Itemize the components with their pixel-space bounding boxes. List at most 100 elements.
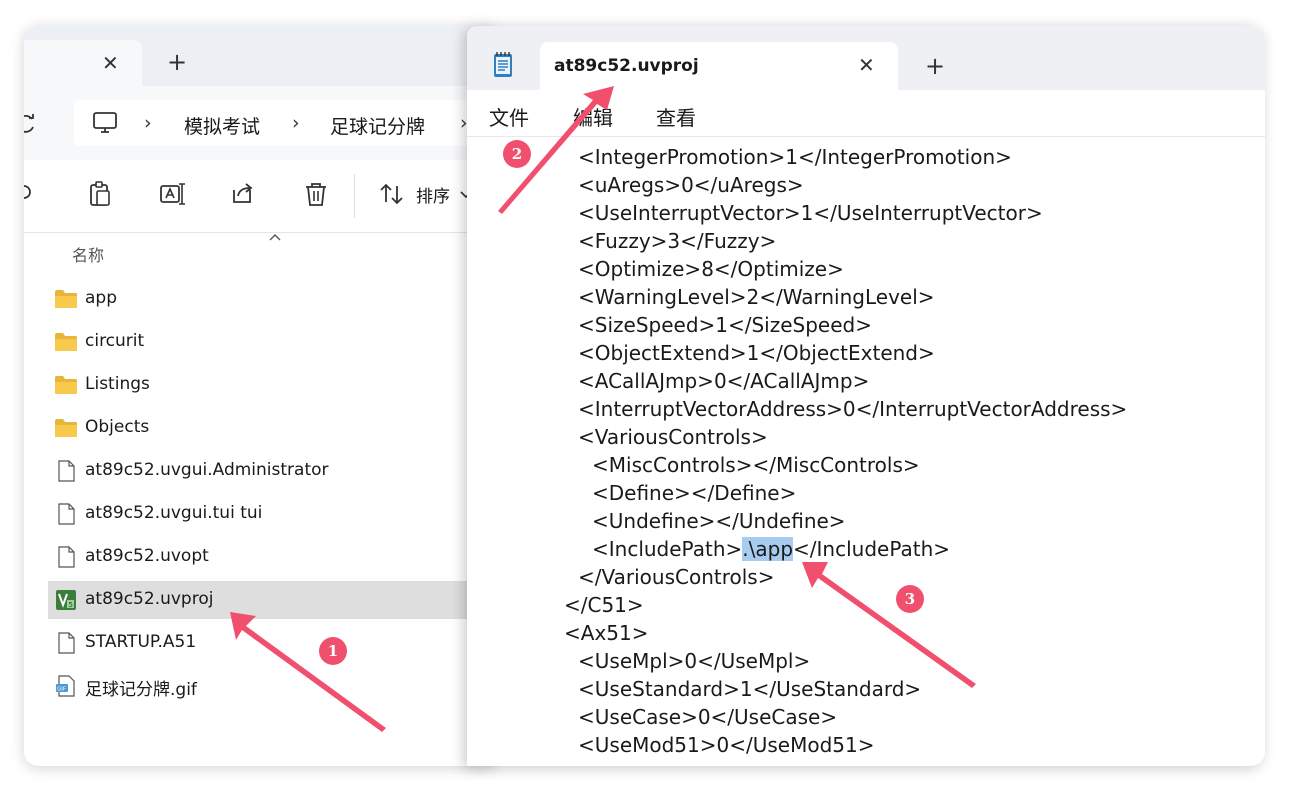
file-icon bbox=[58, 503, 75, 525]
code-text: <UseStandard>1</UseStandard> bbox=[578, 677, 922, 701]
new-tab-icon[interactable]: + bbox=[167, 50, 187, 74]
code-text: <UseCase>0</UseCase> bbox=[578, 705, 838, 729]
code-text: </IncludePath> bbox=[793, 537, 951, 561]
code-line: <IncludePath>.\app</IncludePath> bbox=[592, 535, 950, 563]
code-text: <Fuzzy>3</Fuzzy> bbox=[578, 229, 777, 253]
file-list-header: 名称 bbox=[24, 232, 494, 272]
command-bar: 排序 bbox=[24, 160, 494, 233]
code-text: <IncludePath> bbox=[592, 537, 743, 561]
file-name: Listings bbox=[85, 374, 150, 394]
notepad-window: at89c52.uvproj ✕ + 文件 编辑 查看 <IntegerProm… bbox=[467, 26, 1265, 766]
code-text: <UseInterruptVector>1</UseInterruptVecto… bbox=[578, 201, 1043, 225]
file-icon bbox=[58, 460, 75, 482]
code-text: <ACallAJmp>0</ACallAJmp> bbox=[578, 369, 870, 393]
file-list-item[interactable]: Listings bbox=[48, 366, 494, 404]
file-name: at89c52.uvopt bbox=[85, 546, 209, 566]
file-list-item[interactable]: circurit bbox=[48, 323, 494, 361]
selected-text[interactable]: .\app bbox=[742, 537, 794, 561]
code-line: <Undefine></Undefine> bbox=[592, 507, 846, 535]
code-line: <UseInterruptVector>1</UseInterruptVecto… bbox=[578, 199, 1043, 227]
new-tab-icon[interactable]: + bbox=[925, 54, 945, 78]
notepad-tab-title: at89c52.uvproj bbox=[554, 56, 699, 76]
code-line: </VariousControls> bbox=[578, 563, 774, 591]
file-list-item[interactable]: app bbox=[48, 280, 494, 318]
folder-icon bbox=[55, 376, 77, 394]
code-text: <SizeSpeed>1</SizeSpeed> bbox=[578, 313, 872, 337]
file-list-item[interactable]: at89c52.uvgui.tui tui bbox=[48, 495, 494, 533]
file-list-item[interactable]: at89c52.uvopt bbox=[48, 538, 494, 576]
code-line: <UseCase>0</UseCase> bbox=[578, 703, 837, 731]
code-text: <VariousControls> bbox=[578, 425, 768, 449]
code-text: <UseMod51>0</UseMod51> bbox=[578, 733, 875, 757]
breadcrumb-item-exam[interactable]: 模拟考试 bbox=[184, 112, 260, 139]
svg-text:GIF: GIF bbox=[57, 687, 66, 693]
code-text: <uAregs>0</uAregs> bbox=[578, 173, 804, 197]
sort-ascending-caret-icon bbox=[269, 234, 281, 241]
close-tab-icon[interactable]: ✕ bbox=[858, 55, 875, 75]
breadcrumb-separator-icon: › bbox=[292, 112, 300, 134]
code-line: <IntegerPromotion>1</IntegerPromotion> bbox=[578, 143, 1012, 171]
menu-edit[interactable]: 编辑 bbox=[573, 102, 613, 131]
code-text: <MiscControls></MiscControls> bbox=[592, 453, 920, 477]
file-list-item[interactable]: Objects bbox=[48, 409, 494, 447]
text-editor[interactable]: <IntegerPromotion>1</IntegerPromotion> <u… bbox=[467, 136, 1265, 766]
gif-file-icon: GIF bbox=[56, 675, 75, 697]
notepad-tab[interactable]: at89c52.uvproj ✕ bbox=[540, 42, 898, 90]
this-pc-icon[interactable] bbox=[92, 111, 118, 135]
code-text: <ObjectExtend>1</ObjectExtend> bbox=[578, 341, 935, 365]
close-tab-icon[interactable]: ✕ bbox=[102, 53, 119, 73]
code-line: <Fuzzy>3</Fuzzy> bbox=[578, 227, 776, 255]
folder-icon bbox=[55, 333, 77, 351]
code-line: <ACallAJmp>0</ACallAJmp> bbox=[578, 367, 869, 395]
explorer-tab-bar: ✕ + bbox=[24, 26, 494, 86]
file-list-item[interactable]: 5 at89c52.uvproj bbox=[48, 581, 494, 619]
code-text: <Ax51> bbox=[564, 621, 649, 645]
file-name: at89c52.uvgui.tui tui bbox=[85, 503, 263, 523]
code-line: <Optimize>8</Optimize> bbox=[578, 255, 844, 283]
explorer-tab[interactable]: ✕ bbox=[24, 40, 142, 86]
code-text: <IntegerPromotion>1</IntegerPromotion> bbox=[578, 145, 1012, 169]
paste-icon[interactable] bbox=[86, 180, 114, 208]
code-line: <Ax51> bbox=[564, 619, 648, 647]
refresh-icon[interactable] bbox=[24, 112, 38, 136]
sort-arrows-icon bbox=[380, 183, 403, 205]
breadcrumb-item-scoreboard[interactable]: 足球记分牌 bbox=[330, 112, 425, 139]
delete-icon[interactable] bbox=[302, 180, 330, 208]
file-icon bbox=[58, 632, 75, 654]
file-list-item[interactable]: at89c52.uvgui.Administrator bbox=[48, 452, 494, 490]
file-list-item[interactable]: STARTUP.A51 bbox=[48, 624, 494, 662]
file-name: Objects bbox=[85, 417, 150, 437]
column-header-name[interactable]: 名称 bbox=[72, 242, 104, 266]
file-name: app bbox=[85, 288, 117, 308]
menu-file[interactable]: 文件 bbox=[489, 102, 529, 131]
code-line: <UseStandard>1</UseStandard> bbox=[578, 675, 921, 703]
folder-icon bbox=[55, 419, 77, 437]
file-name: circurit bbox=[85, 331, 145, 351]
screenshot-stage: ✕ + › 模拟考试 › 足球记分牌 › 排序 名称 app circurit … bbox=[0, 0, 1289, 791]
code-line: <WarningLevel>2</WarningLevel> bbox=[578, 283, 935, 311]
file-name: at89c52.uvgui.Administrator bbox=[85, 460, 329, 480]
code-text: <Define></Define> bbox=[592, 481, 797, 505]
code-line: <Define></Define> bbox=[592, 479, 796, 507]
breadcrumb-separator-icon: › bbox=[144, 112, 152, 134]
cut-icon[interactable] bbox=[24, 180, 44, 208]
notepad-app-icon bbox=[494, 52, 512, 77]
file-name: STARTUP.A51 bbox=[85, 632, 197, 652]
code-line: <ObjectExtend>1</ObjectExtend> bbox=[578, 339, 935, 367]
code-line: <SizeSpeed>1</SizeSpeed> bbox=[578, 311, 872, 339]
menu-view[interactable]: 查看 bbox=[656, 102, 696, 131]
toolbar-divider bbox=[354, 174, 355, 218]
code-line: <InterruptVectorAddress>0</InterruptVect… bbox=[578, 395, 1127, 423]
rename-icon[interactable] bbox=[158, 180, 186, 208]
code-text: <WarningLevel>2</WarningLevel> bbox=[578, 285, 935, 309]
breadcrumb[interactable]: › 模拟考试 › 足球记分牌 › bbox=[74, 100, 494, 146]
code-text: <Optimize>8</Optimize> bbox=[578, 257, 844, 281]
file-list-item[interactable]: GIF 足球记分牌.gif bbox=[48, 667, 494, 705]
file-name: at89c52.uvproj bbox=[85, 589, 214, 609]
share-icon[interactable] bbox=[230, 180, 258, 208]
file-explorer-window: ✕ + › 模拟考试 › 足球记分牌 › 排序 名称 app circurit … bbox=[24, 26, 494, 766]
code-text: <UseMpl>0</UseMpl> bbox=[578, 649, 811, 673]
code-line: <MiscControls></MiscControls> bbox=[592, 451, 920, 479]
file-icon bbox=[58, 546, 75, 568]
code-text: </C51> bbox=[564, 593, 644, 617]
